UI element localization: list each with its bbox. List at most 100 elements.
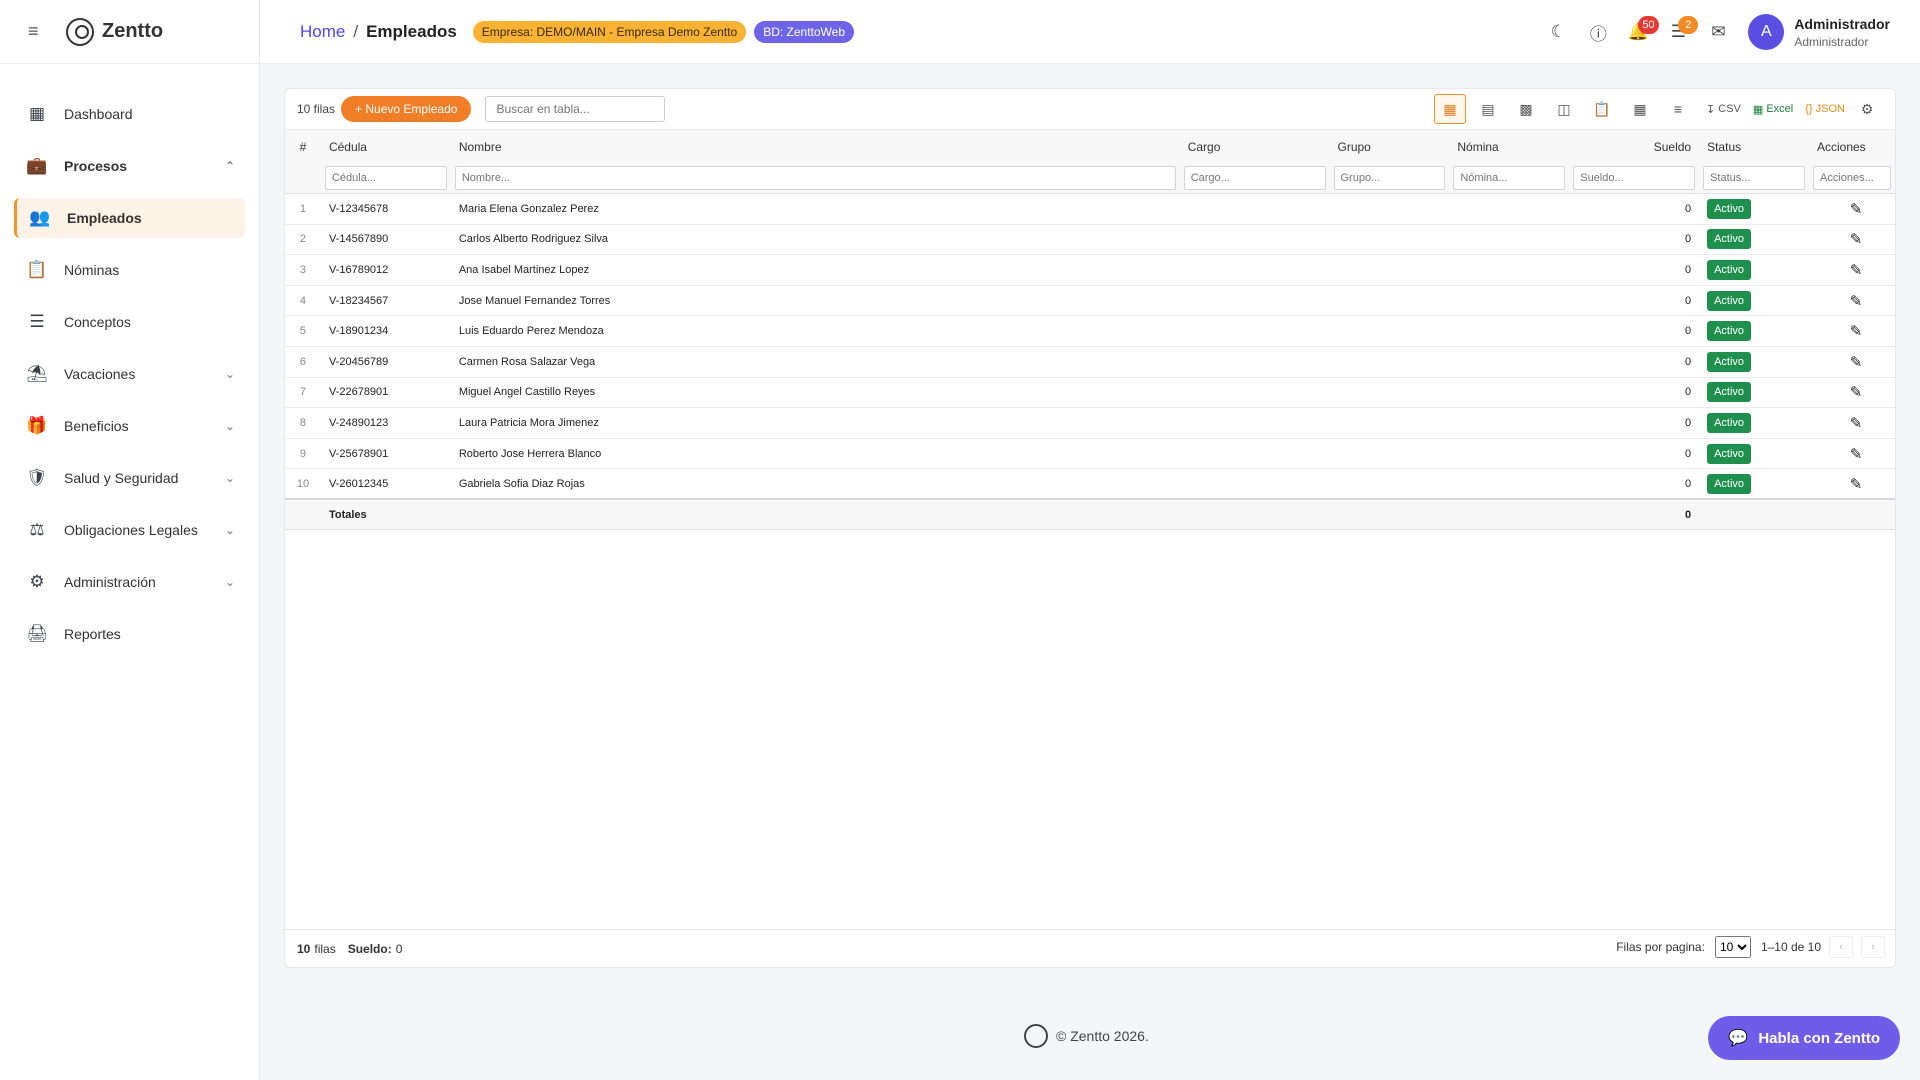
table-row[interactable]: 9 V-25678901 Roberto Jose Herrera Blanco…	[285, 438, 1895, 469]
sidebar-item-conceptos[interactable]: ☰ Conceptos	[14, 302, 245, 342]
col-header-cargo[interactable]: Cargo	[1180, 130, 1330, 164]
filter-nomina-input[interactable]	[1453, 166, 1566, 191]
cell-sueldo: 0	[1684, 325, 1692, 338]
density-grid-icon[interactable]: ▦	[1624, 94, 1656, 124]
cell-grupo	[1330, 438, 1450, 469]
chevron-down-icon: ⌄	[224, 523, 235, 537]
table-row[interactable]: 10 V-26012345 Gabriela Sofia Diaz Rojas …	[285, 469, 1895, 500]
notifications-bell-icon[interactable]: 🔔 50	[1618, 12, 1659, 52]
filter-acciones-input[interactable]	[1812, 166, 1891, 191]
export-excel-button[interactable]: ▦ Excel	[1753, 103, 1793, 116]
avatar[interactable]: A	[1748, 14, 1785, 50]
table-row[interactable]: 7 V-22678901 Miguel Angel Castillo Reyes…	[285, 377, 1895, 408]
dark-mode-icon[interactable]: ☾	[1538, 12, 1578, 52]
page-title: Empleados	[366, 21, 457, 41]
next-page-icon[interactable]: ›	[1861, 936, 1885, 958]
rows-per-page-select[interactable]: 10	[1714, 936, 1751, 958]
list-view-icon[interactable]: ▤	[1472, 94, 1504, 124]
help-icon[interactable]: ⓘ	[1578, 12, 1618, 52]
density-lines-icon[interactable]: ≡	[1662, 94, 1694, 124]
sidebar-item-obligaciones-legales[interactable]: ⚖ Obligaciones Legales ⌄	[14, 510, 245, 550]
footer-sueldo-value: 0	[395, 941, 403, 956]
cell-status: Activo	[1699, 408, 1809, 439]
breadcrumb-home[interactable]: Home	[300, 22, 345, 42]
table-row[interactable]: 3 V-16789012 Ana Isabel Martinez Lopez 0…	[285, 255, 1895, 286]
menu-collapse-icon[interactable]: ≡	[28, 21, 48, 42]
filter-nombre-input[interactable]	[454, 166, 1176, 191]
row-number: 4	[299, 294, 307, 307]
filter-row	[285, 163, 1895, 194]
sidebar-item-salud-seguridad[interactable]: 🛡 Salud y Seguridad ⌄	[14, 458, 245, 498]
filter-status-input[interactable]	[1703, 166, 1805, 191]
rows-count-label: 10 filas	[297, 102, 336, 116]
sidebar-item-nominas[interactable]: 📋 Nóminas	[14, 250, 245, 290]
clipboard-icon[interactable]: 📋	[1586, 94, 1618, 124]
edit-icon[interactable]: ✎	[1809, 285, 1895, 316]
sidebar-item-label: Reportes	[64, 626, 121, 642]
cell-cedula: V-22678901	[328, 386, 389, 399]
company-chip[interactable]: Empresa: DEMO/MAIN - Empresa Demo Zentto	[472, 20, 747, 43]
cell-sueldo: 0	[1684, 477, 1692, 490]
tasks-list-icon[interactable]: ☰ 2	[1658, 12, 1699, 52]
export-json-button[interactable]: {} JSON	[1805, 103, 1845, 115]
new-employee-button[interactable]: + Nuevo Empleado	[341, 96, 472, 122]
table-row[interactable]: 8 V-24890123 Laura Patricia Mora Jimenez…	[285, 408, 1895, 439]
filter-cargo-input[interactable]	[1183, 166, 1326, 191]
prev-page-icon[interactable]: ‹	[1829, 936, 1853, 958]
table-row[interactable]: 2 V-14567890 Carlos Alberto Rodriguez Si…	[285, 224, 1895, 255]
table-row[interactable]: 6 V-20456789 Carmen Rosa Salazar Vega 0 …	[285, 346, 1895, 378]
sidebar: ≡ Zentto ▦ Dashboard 💼 Procesos ⌃ 👥 Empl…	[0, 0, 260, 1080]
sidebar-item-empleados[interactable]: 👥 Empleados	[14, 198, 245, 238]
edit-icon[interactable]: ✎	[1809, 224, 1895, 255]
grid-view-icon[interactable]: ▩	[1510, 94, 1542, 124]
totals-row: Totales 0	[285, 499, 1895, 530]
filter-grupo-input[interactable]	[1333, 166, 1446, 191]
col-header-grupo[interactable]: Grupo	[1330, 130, 1450, 164]
table-row[interactable]: 1 V-12345678 Maria Elena Gonzalez Perez …	[285, 194, 1895, 225]
col-header-nomina[interactable]: Nómina	[1449, 130, 1569, 164]
sidebar-item-reportes[interactable]: 🖨 Reportes	[14, 614, 245, 654]
cell-cedula: V-18901234	[328, 325, 389, 338]
edit-icon[interactable]: ✎	[1809, 316, 1895, 347]
sidebar-item-procesos[interactable]: 💼 Procesos ⌃	[14, 146, 245, 186]
table-view-icon[interactable]: ▦	[1433, 94, 1466, 124]
filter-cedula-input[interactable]	[324, 166, 447, 191]
cell-nomina	[1449, 224, 1569, 255]
cell-cedula: V-26012345	[328, 477, 389, 490]
edit-icon[interactable]: ✎	[1809, 346, 1895, 377]
csv-label: CSV	[1718, 103, 1741, 115]
table-row[interactable]: 4 V-18234567 Jose Manuel Fernandez Torre…	[285, 285, 1895, 316]
edit-icon[interactable]: ✎	[1809, 408, 1895, 439]
cell-nombre: Jose Manuel Fernandez Torres	[458, 294, 611, 307]
edit-icon[interactable]: ✎	[1809, 255, 1895, 286]
col-header-cedula[interactable]: Cédula	[321, 130, 451, 164]
col-header-nombre[interactable]: Nombre	[451, 130, 1180, 164]
export-csv-button[interactable]: ↧ CSV	[1706, 103, 1741, 116]
col-header-sueldo[interactable]: Sueldo	[1569, 130, 1699, 164]
cell-status: Activo	[1699, 285, 1809, 316]
user-info[interactable]: Administrador Administrador	[1794, 16, 1890, 49]
cell-grupo	[1330, 316, 1450, 347]
sidebar-item-dashboard[interactable]: ▦ Dashboard	[14, 94, 245, 134]
chat-button[interactable]: 💬 Habla con Zentto	[1708, 1016, 1900, 1060]
edit-icon[interactable]: ✎	[1809, 438, 1895, 469]
footer-rows-count: 10	[297, 941, 311, 956]
table-search-input[interactable]	[485, 96, 666, 122]
database-chip[interactable]: BD: ZenttoWeb	[754, 20, 855, 43]
footer-rows-word: filas	[314, 941, 336, 956]
sidebar-item-vacaciones[interactable]: ⛱ Vacaciones ⌄	[14, 354, 245, 394]
sidebar-item-beneficios[interactable]: 🎁 Beneficios ⌄	[14, 406, 245, 446]
cell-status: Activo	[1699, 194, 1809, 225]
sidebar-item-administracion[interactable]: ⚙ Administración ⌄	[14, 562, 245, 602]
edit-icon[interactable]: ✎	[1809, 377, 1895, 408]
row-number: 6	[299, 355, 307, 368]
kanban-view-icon[interactable]: ◫	[1548, 94, 1580, 124]
table-row[interactable]: 5 V-18901234 Luis Eduardo Perez Mendoza …	[285, 316, 1895, 347]
filter-sueldo-input[interactable]	[1573, 166, 1696, 191]
printer-icon: 🖨	[26, 624, 48, 643]
col-header-status[interactable]: Status	[1699, 130, 1809, 164]
edit-icon[interactable]: ✎	[1809, 469, 1895, 500]
mail-icon[interactable]: ✉	[1698, 12, 1738, 52]
edit-icon[interactable]: ✎	[1809, 194, 1895, 225]
settings-gear-icon[interactable]: ⚙	[1851, 94, 1883, 124]
